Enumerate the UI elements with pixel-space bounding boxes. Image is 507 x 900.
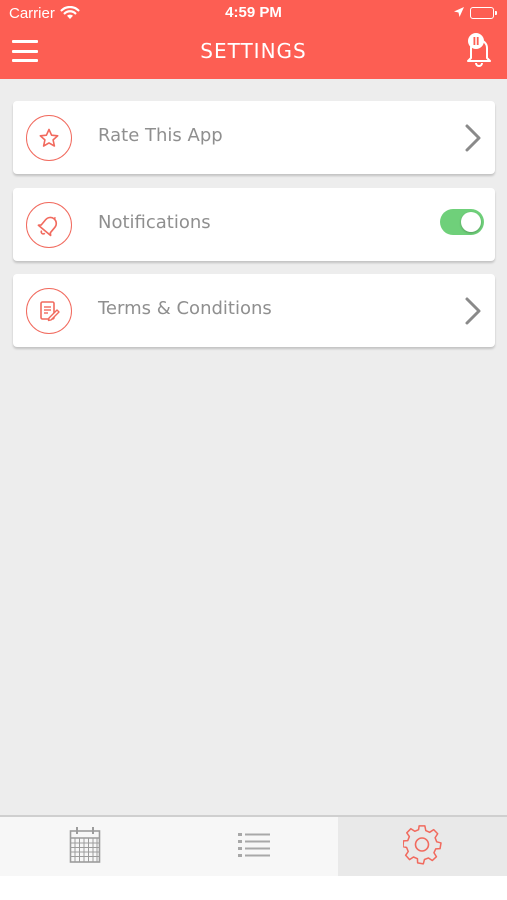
settings-screen: Carrier 4:59 PM SETTINGS Rate This App N… [0, 0, 507, 876]
tab-calendar[interactable] [0, 817, 169, 876]
gear-icon [401, 824, 443, 869]
header-bar: Carrier 4:59 PM SETTINGS [0, 0, 507, 79]
status-time: 4:59 PM [225, 4, 282, 21]
notifications-row: Notifications [13, 188, 495, 261]
location-arrow-icon [453, 6, 465, 22]
terms-label: Terms & Conditions [98, 298, 272, 319]
notifications-toggle[interactable] [440, 209, 484, 235]
battery-icon [470, 7, 497, 19]
tab-list[interactable] [169, 817, 338, 876]
bell-pause-icon[interactable] [462, 30, 496, 68]
chevron-right-icon [463, 123, 483, 157]
tab-bar [0, 815, 507, 876]
toggle-knob [461, 212, 481, 232]
star-icon [26, 115, 72, 161]
page-title: SETTINGS [200, 39, 307, 63]
bell-icon [26, 202, 72, 248]
document-edit-icon [26, 288, 72, 334]
rate-app-row[interactable]: Rate This App [13, 101, 495, 174]
rate-app-label: Rate This App [98, 125, 223, 146]
chevron-right-icon [463, 296, 483, 330]
tab-settings[interactable] [338, 817, 507, 876]
notifications-label: Notifications [98, 212, 211, 233]
calendar-icon [69, 826, 101, 868]
terms-row[interactable]: Terms & Conditions [13, 274, 495, 347]
status-bar: Carrier 4:59 PM [0, 0, 507, 28]
list-icon [237, 832, 270, 862]
